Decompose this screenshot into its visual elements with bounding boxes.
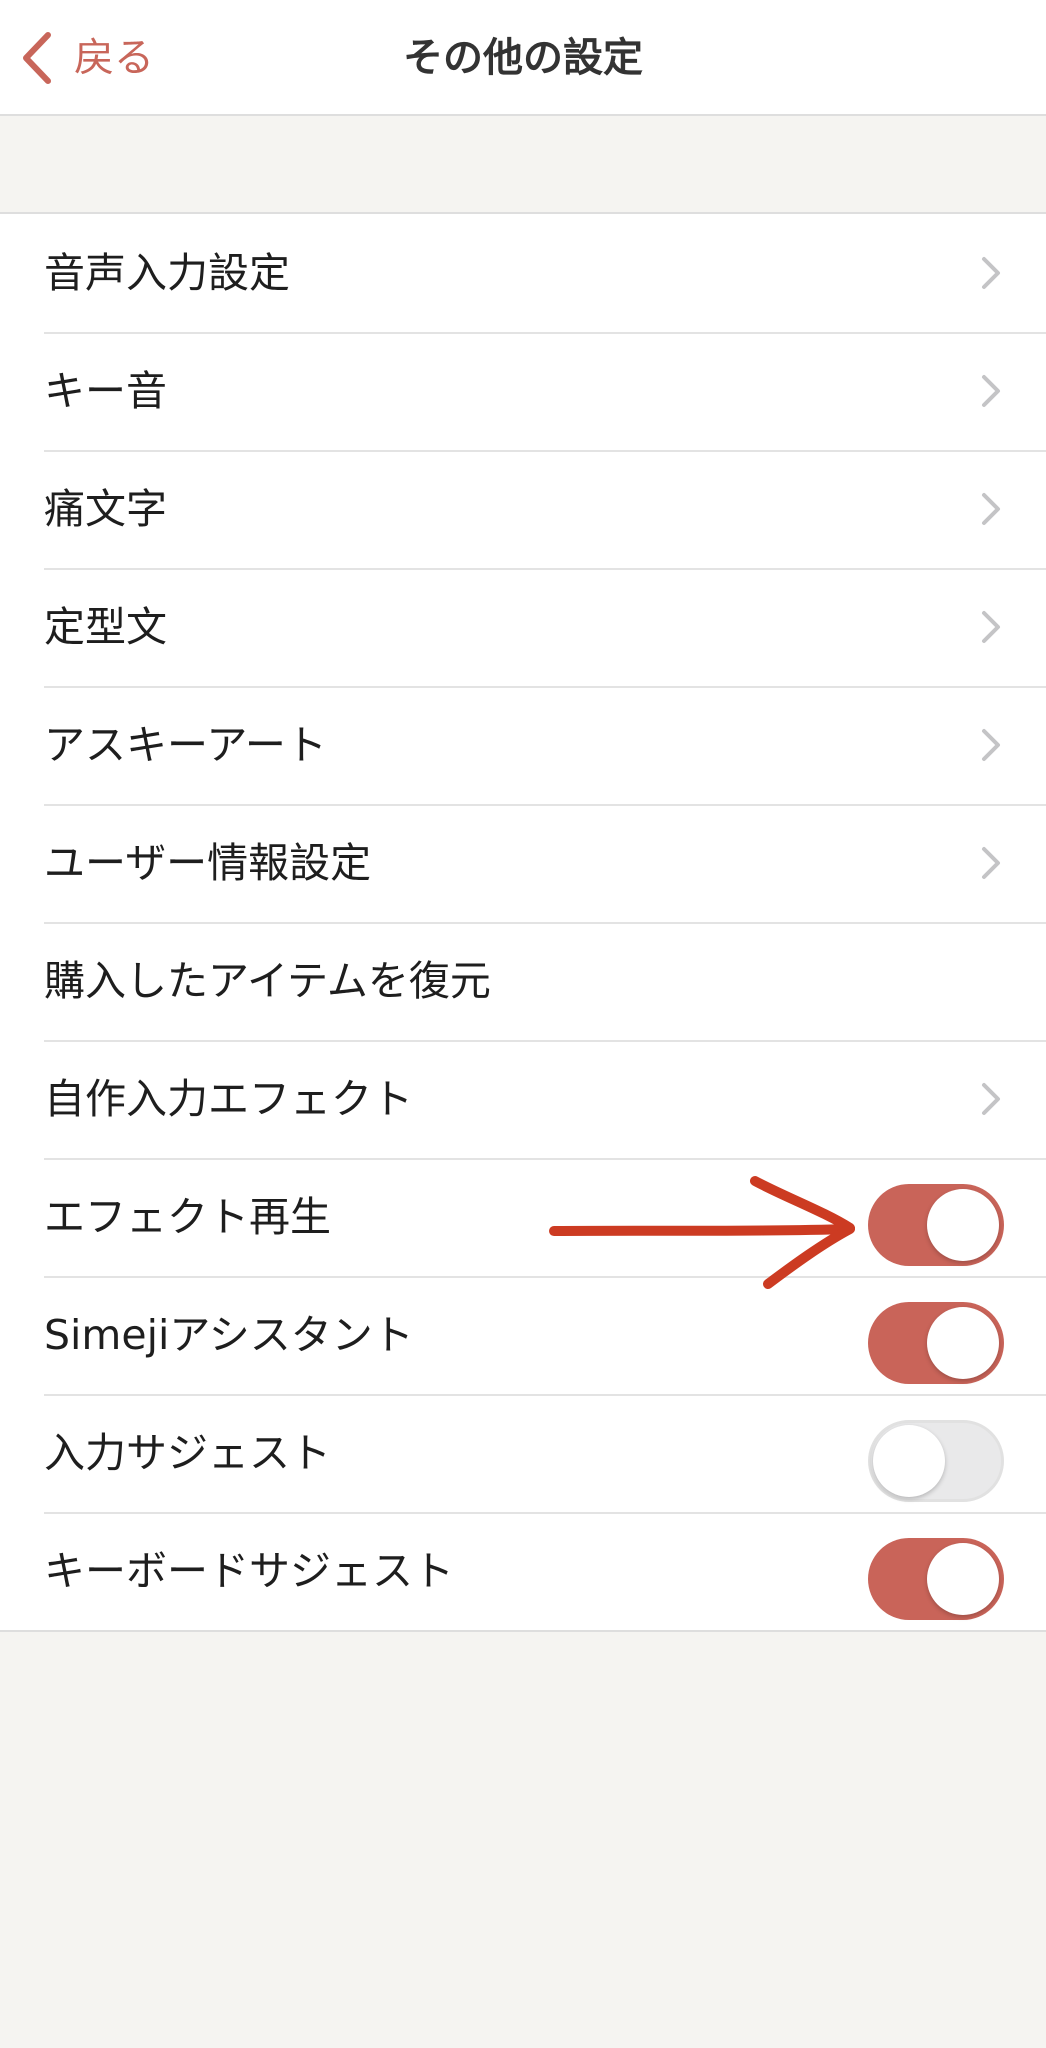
toggle-knob (927, 1189, 999, 1261)
effect-playback-toggle[interactable] (868, 1184, 1004, 1266)
setting-row-key-sound[interactable]: キー音 (0, 332, 1046, 450)
simeji-assistant-toggle[interactable] (868, 1302, 1004, 1384)
chevron-right-icon (982, 1083, 1000, 1115)
setting-label: エフェクト再生 (44, 1193, 331, 1241)
setting-row-ascii-art[interactable]: アスキーアート (0, 686, 1046, 804)
setting-row-effect-playback: エフェクト再生 (0, 1158, 1046, 1276)
setting-label: Simejiアシスタント (44, 1311, 414, 1359)
page-title: その他の設定 (403, 35, 643, 81)
setting-row-custom-input-effect[interactable]: 自作入力エフェクト (0, 1040, 1046, 1158)
back-button[interactable]: 戻る (20, 28, 154, 88)
settings-list: 音声入力設定 キー音 痛文字 定型文 アスキーアート ユーザー情報設定 購入した… (0, 212, 1046, 1632)
chevron-right-icon (982, 493, 1000, 525)
setting-row-fixed-phrases[interactable]: 定型文 (0, 568, 1046, 686)
keyboard-suggest-toggle[interactable] (868, 1538, 1004, 1620)
setting-label: キー音 (44, 367, 167, 415)
setting-row-input-suggest: 入力サジェスト (0, 1394, 1046, 1512)
back-label: 戻る (74, 35, 154, 81)
chevron-right-icon (982, 375, 1000, 407)
navigation-bar: 戻る その他の設定 (0, 0, 1046, 116)
setting-row-user-info[interactable]: ユーザー情報設定 (0, 804, 1046, 922)
arrow-annotation-icon (549, 1176, 855, 1289)
setting-label: 定型文 (44, 603, 167, 651)
chevron-right-icon (982, 611, 1000, 643)
setting-row-simeji-assistant: Simejiアシスタント (0, 1276, 1046, 1394)
chevron-right-icon (982, 257, 1000, 289)
setting-row-itamoji[interactable]: 痛文字 (0, 450, 1046, 568)
setting-row-restore-purchases[interactable]: 購入したアイテムを復元 (0, 922, 1046, 1040)
setting-label: 痛文字 (44, 485, 167, 533)
setting-label: アスキーアート (44, 721, 327, 769)
setting-label: キーボードサジェスト (44, 1547, 454, 1595)
chevron-left-icon (23, 32, 51, 84)
chevron-right-icon (982, 729, 1000, 761)
setting-label: 自作入力エフェクト (44, 1075, 413, 1123)
toggle-knob (927, 1307, 999, 1379)
setting-label: 入力サジェスト (44, 1429, 331, 1477)
toggle-knob (873, 1425, 945, 1497)
setting-row-keyboard-suggest: キーボードサジェスト (0, 1512, 1046, 1630)
setting-label: ユーザー情報設定 (44, 839, 372, 887)
chevron-right-icon (982, 847, 1000, 879)
setting-row-voice-input[interactable]: 音声入力設定 (0, 214, 1046, 332)
toggle-knob (927, 1543, 999, 1615)
input-suggest-toggle[interactable] (868, 1420, 1004, 1502)
setting-label: 購入したアイテムを復元 (44, 957, 491, 1005)
setting-label: 音声入力設定 (44, 249, 290, 297)
